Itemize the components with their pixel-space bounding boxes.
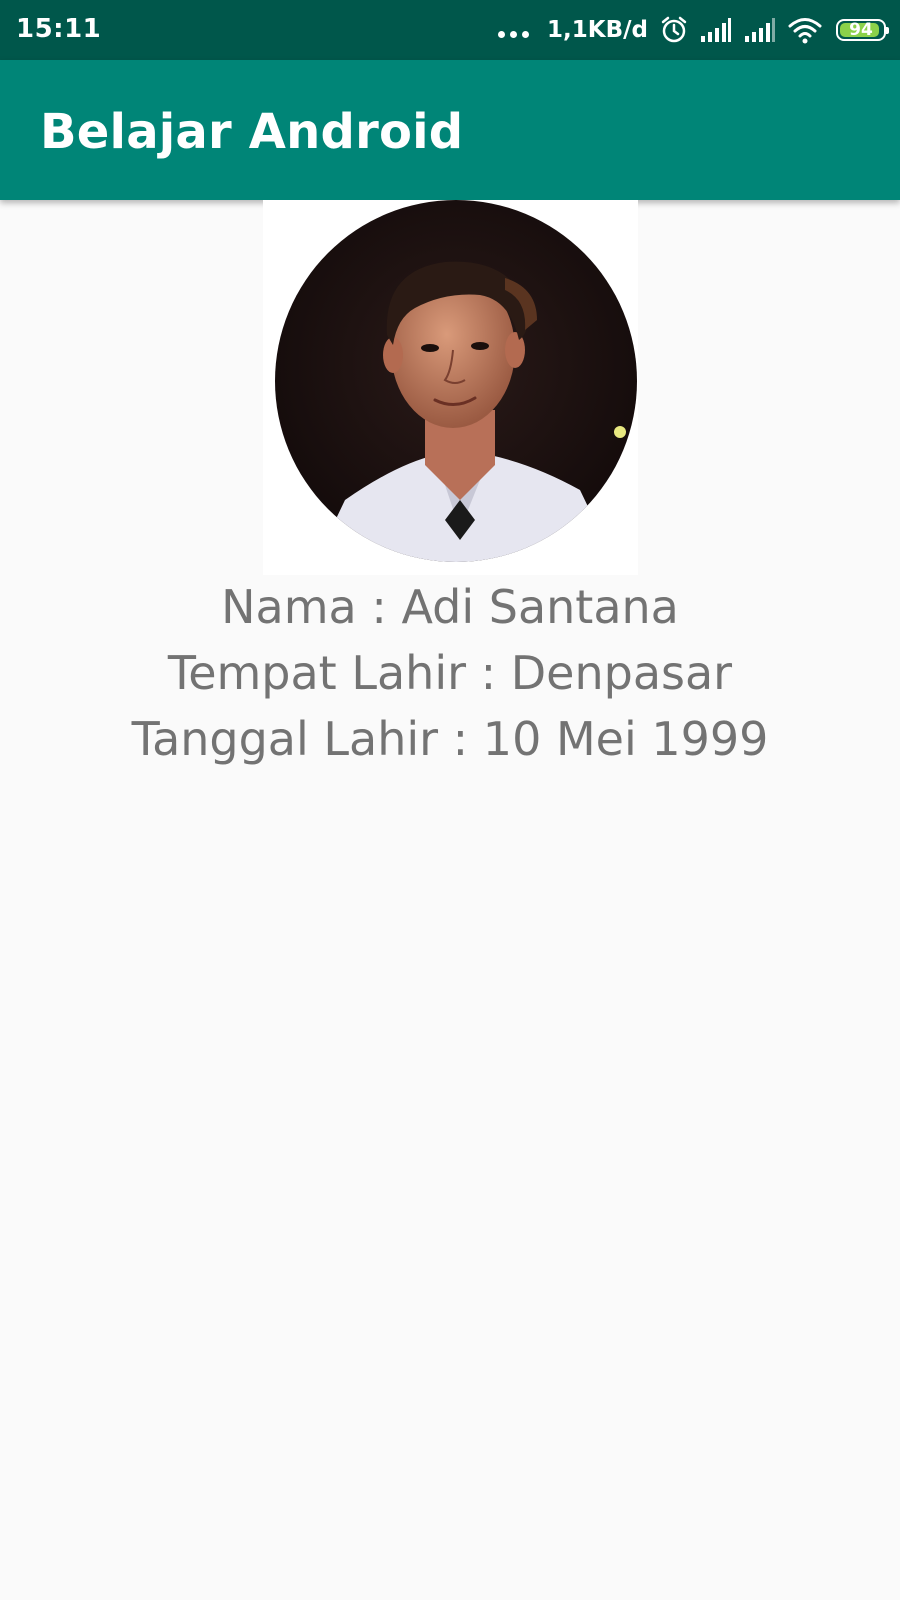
name-text: Nama : Adi Santana xyxy=(221,580,679,634)
signal-icon xyxy=(700,17,732,43)
app-title: Belajar Android xyxy=(40,104,464,160)
alarm-icon xyxy=(660,16,688,44)
network-speed: 1,1KB/d xyxy=(547,17,648,43)
birthdate-text: Tanggal Lahir : 10 Mei 1999 xyxy=(131,712,769,766)
app-bar: Belajar Android xyxy=(0,60,900,200)
wifi-icon xyxy=(788,16,822,44)
more-dots-icon xyxy=(498,30,530,38)
profile-photo xyxy=(275,200,637,562)
profile-photo-frame xyxy=(263,200,638,575)
birthplace-text: Tempat Lahir : Denpasar xyxy=(167,646,733,700)
status-bar: 15:11 1,1KB/d 94 xyxy=(0,0,900,60)
battery-icon: 94 xyxy=(836,19,889,41)
status-time: 15:11 xyxy=(16,14,102,44)
battery-level: 94 xyxy=(849,20,873,40)
status-icons: 1,1KB/d 94 xyxy=(498,10,889,50)
signal-icon xyxy=(744,17,776,43)
